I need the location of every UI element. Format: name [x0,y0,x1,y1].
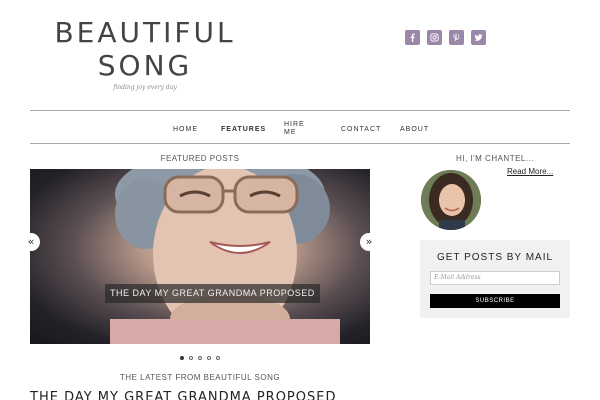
avatar [421,170,481,230]
nav-item-hire-me-line2: ME [284,129,297,136]
nav-item-about[interactable]: ABOUT [400,126,429,134]
site-title-line1[interactable]: BEAUTIFUL [30,16,260,49]
twitter-icon[interactable] [471,30,486,45]
main-nav: HOME FEATURES HIRE ME CONTACT ABOUT [30,111,570,143]
nav-item-hire-me[interactable]: HIRE ME [284,121,305,137]
subscribe-button[interactable]: SUBSCRIBE [430,294,560,308]
nav-item-hire-me-line1: HIRE [284,121,305,128]
nav-item-home[interactable]: HOME [173,126,198,134]
social-links [405,30,486,45]
featured-photo[interactable] [30,169,370,344]
slider-dot[interactable] [207,356,211,360]
slider-prev-button[interactable]: « [22,233,40,251]
site-title[interactable]: BEAUTIFUL SONG [30,16,260,82]
nav-item-contact[interactable]: CONTACT [341,126,381,134]
subscribe-title: GET POSTS BY MAIL [436,252,554,263]
slider-dot[interactable] [216,356,220,360]
slide-caption[interactable]: THE DAY MY GREAT GRANDMA PROPOSED [105,284,320,303]
email-field[interactable]: E-Mail Address [430,271,560,285]
slider-pagination [180,356,220,360]
site-title-line2[interactable]: SONG [30,49,260,82]
read-more-link[interactable]: Read More... [507,167,553,176]
slider-dot[interactable] [189,356,193,360]
latest-heading: THE LATEST FROM BEAUTIFUL SONG [119,373,281,382]
featured-posts-heading: FEATURED POSTS [160,154,240,163]
nav-item-features[interactable]: FEATURES [221,126,266,134]
nav-bottom-divider [30,143,570,144]
post-title[interactable]: THE DAY MY GREAT GRANDMA PROPOSED [30,390,336,400]
instagram-icon[interactable] [427,30,442,45]
tagline: finding joy every day [113,84,177,91]
sidebar-greeting: HI, I'M CHANTEL... [455,154,535,163]
pinterest-icon[interactable] [449,30,464,45]
subscribe-widget: GET POSTS BY MAIL E-Mail Address SUBSCRI… [420,240,570,318]
slider-dot[interactable] [180,356,184,360]
featured-slider[interactable] [30,169,370,344]
slider-dot[interactable] [198,356,202,360]
facebook-icon[interactable] [405,30,420,45]
slider-next-button[interactable]: » [360,233,378,251]
